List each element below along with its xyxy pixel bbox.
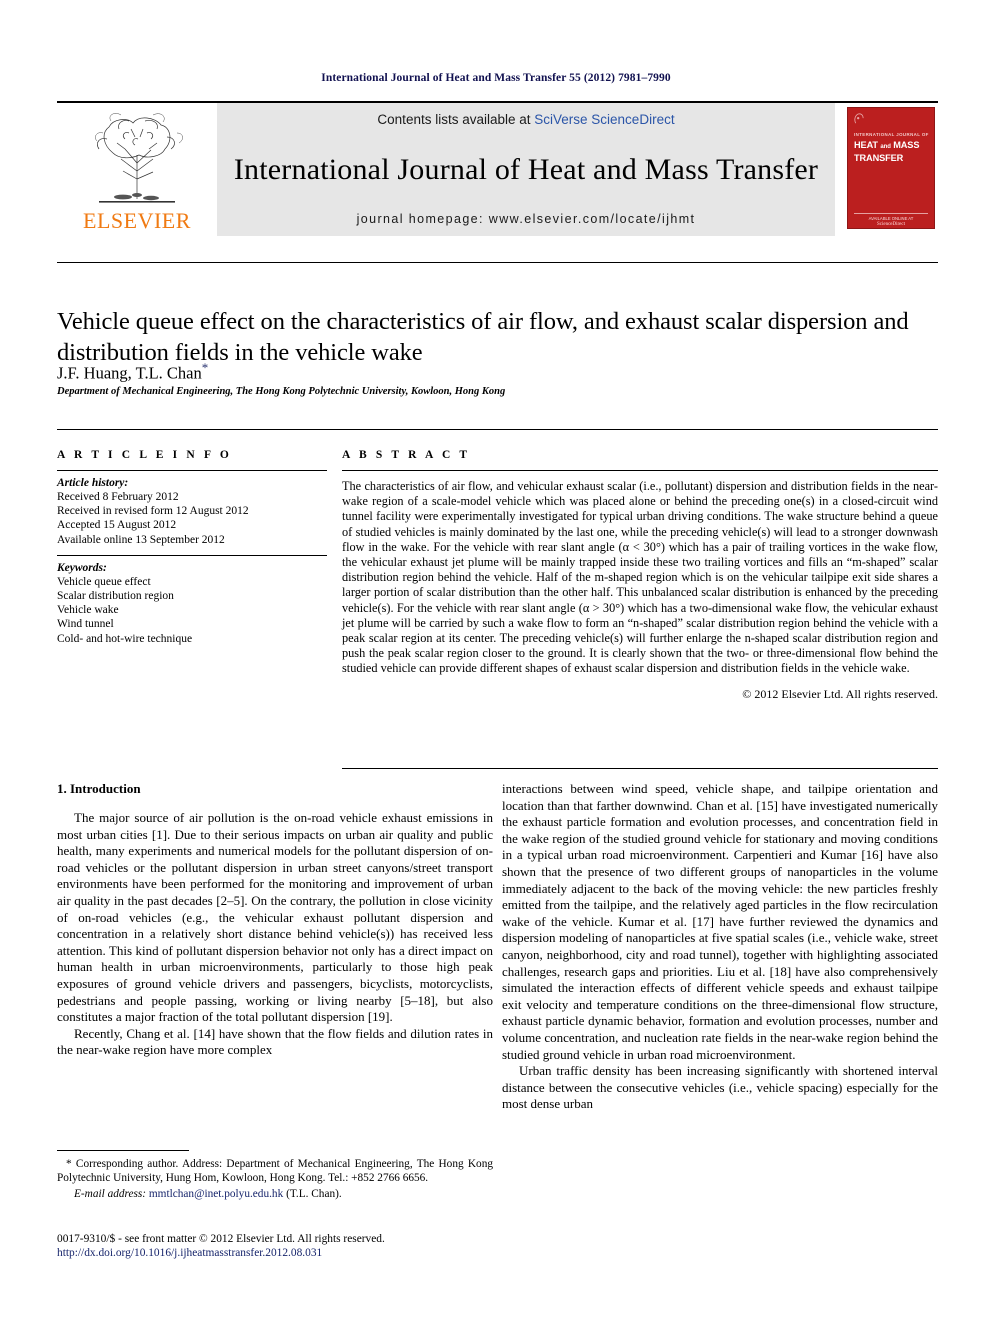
cover-footer-secondary: ScienceDirect — [876, 222, 906, 227]
elsevier-tree-icon — [95, 113, 183, 203]
paragraph: Recently, Chang et al. [14] have shown t… — [57, 1025, 493, 1058]
contents-prefix: Contents lists available at — [377, 112, 535, 127]
title-divider — [57, 262, 938, 263]
keyword-item: Vehicle wake — [57, 604, 119, 617]
article-info-rule — [57, 470, 327, 471]
cover-title: HEAT and MASS TRANSFER — [854, 140, 919, 163]
footnote-block: * Corresponding author. Address: Departm… — [57, 1157, 493, 1201]
abstract-rule — [342, 470, 938, 471]
running-head: International Journal of Heat and Mass T… — [321, 72, 671, 84]
article-info-heading: A R T I C L E I N F O — [57, 449, 232, 461]
footnote-divider — [57, 1150, 189, 1151]
email-link[interactable]: mmtlchan@inet.polyu.edu.hk — [149, 1188, 283, 1200]
elsevier-logo: ELSEVIER — [57, 103, 217, 236]
paper-page: International Journal of Heat and Mass T… — [0, 0, 992, 1323]
sciencedirect-link[interactable]: SciVerse ScienceDirect — [534, 112, 674, 127]
paragraph: The major source of air pollution is the… — [57, 810, 493, 1025]
abstract-body: The characteristics of air flow, and veh… — [342, 479, 938, 676]
article-info-section: A R T I C L E I N F O Article history: R… — [57, 449, 327, 646]
keywords-block: Keywords: Vehicle queue effect Scalar di… — [57, 554, 327, 646]
elsevier-mark-icon — [854, 113, 864, 124]
cover-footer: AVAILABLE ONLINE AT — [854, 213, 928, 221]
doi-link[interactable]: http://dx.doi.org/10.1016/j.ijheatmasstr… — [57, 1246, 557, 1260]
keyword-item: Scalar distribution region — [57, 590, 174, 603]
issn-line: 0017-9310/$ - see front matter © 2012 El… — [57, 1233, 385, 1245]
article-history-label: Article history: — [57, 477, 129, 489]
cover-eyebrow: INTERNATIONAL JOURNAL OF — [854, 132, 929, 137]
body-column-left: 1. Introduction The major source of air … — [57, 781, 493, 1059]
masthead-center-band: Contents lists available at SciVerse Sci… — [217, 103, 835, 236]
issn-copyright-block: 0017-9310/$ - see front matter © 2012 El… — [57, 1232, 557, 1260]
cover-line-and: and — [880, 144, 891, 150]
history-item: Received in revised form 12 August 2012 — [57, 505, 249, 518]
cover-line3: TRANSFER — [854, 152, 904, 163]
keyword-item: Cold- and hot-wire technique — [57, 632, 193, 645]
paragraph: Urban traffic density has been increasin… — [502, 1063, 938, 1112]
abstract-bottom-divider — [342, 768, 938, 769]
abstract-section: A B S T R A C T The characteristics of a… — [342, 449, 938, 702]
info-divider — [57, 429, 938, 430]
journal-homepage-link[interactable]: journal homepage: www.elsevier.com/locat… — [357, 212, 696, 226]
contents-available-line: Contents lists available at SciVerse Sci… — [377, 112, 674, 127]
corresponding-author-footnote: * Corresponding author. Address: Departm… — [57, 1158, 493, 1184]
keywords-rule — [57, 554, 327, 556]
cover-line2: MASS — [893, 140, 920, 150]
abstract-copyright: © 2012 Elsevier Ltd. All rights reserved… — [742, 686, 938, 701]
email-footnote: E-mail address: mmtlchan@inet.polyu.edu.… — [57, 1187, 493, 1201]
abstract-heading: A B S T R A C T — [342, 449, 471, 461]
body-column-right: interactions between wind speed, vehicle… — [502, 781, 938, 1113]
author-list: J.F. Huang, T.L. Chan* — [57, 360, 938, 384]
history-item: Available online 13 September 2012 — [57, 533, 225, 546]
email-owner: (T.L. Chan). — [286, 1188, 342, 1200]
affiliation: Department of Mechanical Engineering, Th… — [57, 386, 506, 397]
journal-masthead: ELSEVIER Contents lists available at Sci… — [57, 101, 938, 236]
journal-title: International Journal of Heat and Mass T… — [233, 152, 819, 186]
keywords-label: Keywords: — [57, 561, 107, 574]
keyword-item: Vehicle queue effect — [57, 575, 151, 588]
cover-line1: HEAT — [854, 140, 878, 150]
history-item: Received 8 February 2012 — [57, 491, 179, 503]
elsevier-wordmark: ELSEVIER — [83, 208, 191, 233]
journal-cover-thumbnail: INTERNATIONAL JOURNAL OF HEAT and MASS T… — [841, 103, 938, 236]
keyword-item: Wind tunnel — [57, 618, 114, 631]
paragraph: interactions between wind speed, vehicle… — [502, 781, 938, 1062]
history-item: Accepted 15 August 2012 — [57, 519, 177, 532]
author-names: J.F. Huang, T.L. Chan — [57, 363, 202, 383]
email-label: E-mail address: — [74, 1188, 147, 1200]
corresponding-author-marker: * — [201, 360, 209, 375]
section-heading-introduction: 1. Introduction — [57, 781, 141, 796]
